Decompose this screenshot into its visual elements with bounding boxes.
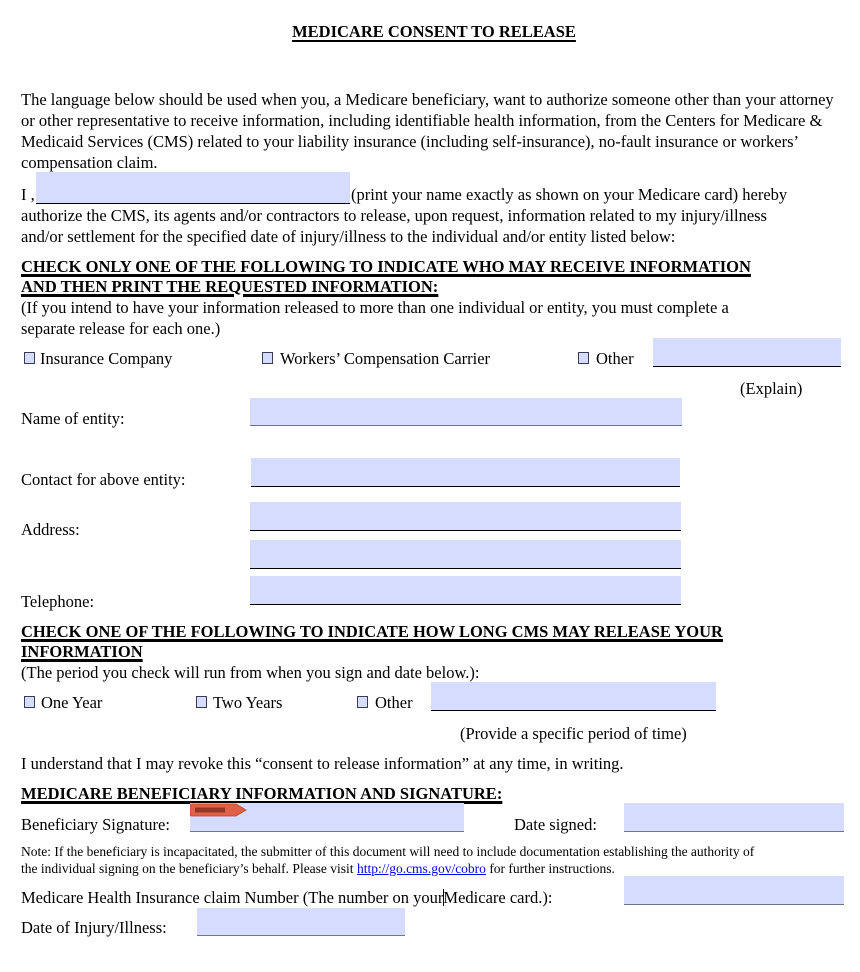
recipient-other-hint: (Explain): [740, 379, 803, 398]
intro-paragraph: The language below should be used when y…: [21, 90, 834, 172]
date-signed-input[interactable]: [624, 803, 844, 831]
note-line2-prefix: the individual signing on the beneficiar…: [21, 861, 357, 876]
telephone-input[interactable]: [250, 576, 681, 604]
injury-date-field[interactable]: [197, 908, 405, 936]
workers-comp-checkbox[interactable]: [262, 352, 273, 364]
address-line2-input[interactable]: [250, 540, 681, 568]
claim-number-label-part2: Medicare card.):: [443, 888, 553, 907]
injury-date-input[interactable]: [197, 908, 405, 935]
note-line1: Note: If the beneficiary is incapacitate…: [21, 844, 755, 859]
authorization-line2: authorize the CMS, its agents and/or con…: [21, 206, 767, 225]
beneficiary-name-input[interactable]: [36, 172, 350, 203]
entity-name-label: Name of entity:: [21, 409, 125, 428]
recipient-other-field[interactable]: [653, 338, 841, 367]
duration-other-field[interactable]: [431, 682, 716, 711]
address-label: Address:: [21, 520, 80, 539]
address-line1-input[interactable]: [250, 502, 681, 530]
two-years-checkbox[interactable]: [196, 696, 207, 708]
duration-other-hint: (Provide a specific period of time): [460, 724, 687, 743]
recipient-other-checkbox[interactable]: [578, 352, 589, 364]
authorization-after-name: (print your name exactly as shown on you…: [351, 185, 788, 204]
claim-number-label: Medicare Health Insurance claim Number (…: [21, 887, 552, 908]
signature-label: Beneficiary Signature:: [21, 815, 170, 834]
recipient-instructions-line1: (If you intend to have your information …: [21, 298, 729, 317]
document-title: MEDICARE CONSENT TO RELEASE: [292, 22, 576, 41]
workers-comp-label: Workers’ Compensation Carrier: [280, 349, 491, 368]
telephone-field[interactable]: [250, 576, 681, 605]
authorization-line3: and/or settlement for the specified date…: [21, 227, 676, 246]
one-year-checkbox[interactable]: [24, 696, 35, 708]
duration-heading-line1: CHECK ONE OF THE FOLLOWING TO INDICATE H…: [21, 622, 723, 641]
duration-instructions: (The period you check will run from when…: [21, 663, 480, 682]
address-line1-field[interactable]: [250, 502, 681, 531]
contact-label: Contact for above entity:: [21, 470, 186, 489]
claim-number-input[interactable]: [624, 876, 844, 904]
signature-heading: MEDICARE BENEFICIARY INFORMATION AND SIG…: [21, 784, 503, 803]
duration-other-label: Other: [375, 693, 413, 712]
claim-number-label-part1: Medicare Health Insurance claim Number (…: [21, 888, 444, 907]
entity-name-input[interactable]: [250, 398, 682, 425]
injury-date-label: Date of Injury/Illness:: [21, 918, 167, 937]
beneficiary-name-field[interactable]: [36, 172, 350, 204]
duration-other-input[interactable]: [431, 682, 716, 710]
recipient-instructions-line2: separate release for each one.): [21, 319, 221, 338]
sign-here-tag-icon[interactable]: [190, 803, 248, 817]
one-year-label: One Year: [41, 693, 103, 712]
entity-name-field[interactable]: [250, 398, 682, 426]
authorization-prefix: I ,: [21, 185, 35, 204]
recipient-heading-line1: CHECK ONLY ONE OF THE FOLLOWING TO INDIC…: [21, 257, 751, 276]
address-line2-field[interactable]: [250, 540, 681, 569]
contact-field[interactable]: [251, 458, 680, 487]
note-line2-suffix: for further instructions.: [485, 861, 615, 876]
date-signed-field[interactable]: [624, 803, 844, 832]
note-line2: the individual signing on the beneficiar…: [21, 860, 615, 878]
contact-input[interactable]: [251, 458, 680, 486]
duration-heading-line2: INFORMATION: [21, 642, 143, 661]
revoke-statement: I understand that I may revoke this “con…: [21, 754, 624, 773]
insurance-company-label: Insurance Company: [40, 349, 173, 368]
recipient-other-input[interactable]: [653, 338, 841, 366]
duration-other-checkbox[interactable]: [357, 696, 368, 708]
claim-number-field[interactable]: [624, 876, 844, 905]
telephone-label: Telephone:: [21, 592, 95, 611]
recipient-other-label: Other: [596, 349, 634, 368]
cobro-link[interactable]: http://go.cms.gov/cobro: [357, 861, 486, 876]
date-signed-label: Date signed:: [514, 815, 597, 834]
two-years-label: Two Years: [213, 693, 283, 712]
recipient-heading-line2: AND THEN PRINT THE REQUESTED INFORMATION…: [21, 277, 439, 296]
insurance-company-checkbox[interactable]: [24, 352, 35, 364]
